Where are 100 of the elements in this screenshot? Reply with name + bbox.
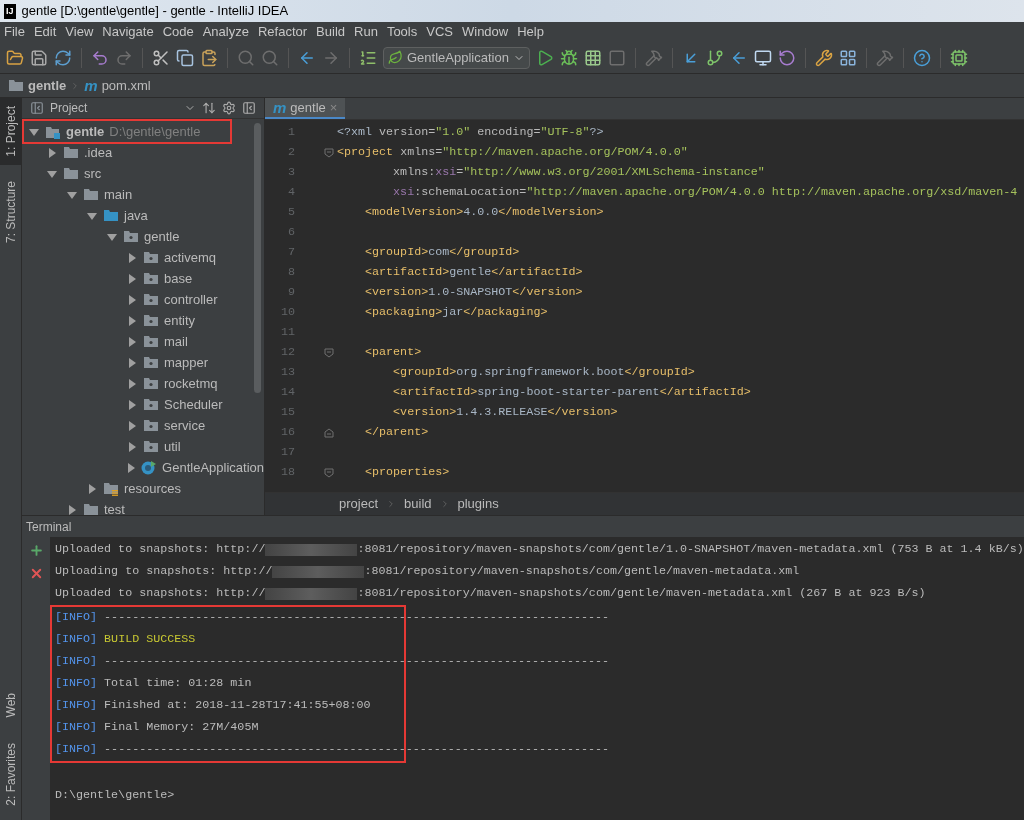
expanded-arrow-icon[interactable] xyxy=(66,189,78,200)
terminal-text: [INFO] xyxy=(55,741,98,759)
tool-window-tab[interactable]: 7: Structure xyxy=(0,172,21,251)
expanded-arrow-icon[interactable] xyxy=(28,126,40,137)
history-icon[interactable] xyxy=(753,48,772,67)
collapsed-arrow-icon[interactable] xyxy=(126,273,138,284)
tool-window-tab[interactable]: 1: Project xyxy=(0,98,21,165)
stop-icon[interactable] xyxy=(607,48,626,67)
fold-marker-icon[interactable] xyxy=(324,468,334,478)
debug-icon[interactable] xyxy=(559,48,578,67)
menu-item[interactable]: Run xyxy=(354,22,378,42)
save-icon[interactable] xyxy=(30,48,48,67)
fold-marker-icon[interactable] xyxy=(324,348,334,358)
menu-item[interactable]: View xyxy=(65,22,94,42)
open-folder-icon[interactable] xyxy=(6,48,24,67)
menu-item[interactable]: Refactor xyxy=(257,22,308,42)
tree-item-label[interactable]: gentle xyxy=(144,226,180,247)
tree-item-label[interactable]: Scheduler xyxy=(164,394,223,415)
collapsed-arrow-icon[interactable] xyxy=(126,336,138,347)
tree-item-label[interactable]: main xyxy=(104,184,133,205)
tree-item-label[interactable]: util xyxy=(164,436,181,457)
expanded-arrow-icon[interactable] xyxy=(86,210,98,221)
terminal-text: :8081/repository/maven-snapshots/com/gentle/1.0-SNAPSHOT/maven-metadata.xml (753 B at 1.4 kB/s) xyxy=(357,541,1024,559)
panel-title[interactable]: Project xyxy=(50,99,178,117)
redo-icon[interactable] xyxy=(115,48,133,67)
collapsed-arrow-icon[interactable] xyxy=(126,399,138,410)
tool-window-tab[interactable]: 2: Favorites xyxy=(0,735,21,814)
breadcrumb[interactable]: project xyxy=(339,494,379,514)
menu-item[interactable]: VCS xyxy=(426,22,453,42)
menu-item[interactable]: Tools xyxy=(386,22,418,42)
collapsed-arrow-icon[interactable] xyxy=(126,462,137,473)
replace-search-icon[interactable] xyxy=(261,48,279,67)
menu-item[interactable]: Edit xyxy=(33,22,57,42)
tree-item-label[interactable]: java xyxy=(124,205,148,226)
spring-class-icon xyxy=(141,459,158,476)
tree-item-label[interactable]: mail xyxy=(164,331,188,352)
structure-icon[interactable] xyxy=(838,48,857,67)
tree-item-label[interactable]: src xyxy=(84,163,102,184)
tree-item-label[interactable]: mapper xyxy=(164,352,209,373)
collapsed-arrow-icon[interactable] xyxy=(126,294,138,305)
collapsed-arrow-icon[interactable] xyxy=(126,441,138,452)
resources-folder-icon xyxy=(103,481,119,496)
tree-item-label[interactable]: rocketmq xyxy=(164,373,218,394)
menu-item[interactable]: Navigate xyxy=(102,22,154,42)
tree-item-label[interactable]: controller xyxy=(164,289,218,310)
collapsed-arrow-icon[interactable] xyxy=(66,504,78,515)
new-session-icon[interactable] xyxy=(28,543,44,558)
rollback-icon[interactable] xyxy=(777,48,796,67)
search-icon[interactable] xyxy=(237,48,255,67)
wrench-icon[interactable] xyxy=(814,48,833,67)
breadcrumb[interactable]: build xyxy=(404,494,432,514)
tree-item-label[interactable]: activemq xyxy=(164,247,217,268)
tree-item-label[interactable]: service xyxy=(164,415,206,436)
tree-item-label[interactable]: .idea xyxy=(84,142,113,163)
hammer-icon[interactable] xyxy=(644,48,663,67)
menu-item[interactable]: Help xyxy=(517,22,544,42)
window-title: gentle [D:\gentle\gentle] - gentle - IntelliJ IDEA xyxy=(21,2,289,21)
help-icon[interactable] xyxy=(912,48,931,67)
menu-item[interactable]: Build xyxy=(316,22,345,42)
source-folder-icon xyxy=(103,209,119,222)
paste-icon[interactable] xyxy=(200,48,218,67)
chip-icon[interactable] xyxy=(949,48,968,67)
coverage-icon[interactable] xyxy=(583,48,602,67)
nav-bar-item[interactable]: pom.xml xyxy=(101,75,151,96)
collapsed-arrow-icon[interactable] xyxy=(126,378,138,389)
collapsed-arrow-icon[interactable] xyxy=(126,420,138,431)
settings-icon[interactable] xyxy=(222,101,236,115)
copy-icon[interactable] xyxy=(176,48,194,67)
hide-panel-icon[interactable] xyxy=(242,101,256,115)
tool-window-tab[interactable]: Web xyxy=(0,684,21,726)
collapse-all-icon[interactable] xyxy=(202,101,216,115)
cut-icon[interactable] xyxy=(152,48,170,67)
expanded-arrow-icon[interactable] xyxy=(46,168,58,179)
menu-item[interactable]: Window xyxy=(461,22,509,42)
run-configuration-dropdown[interactable]: GentleApplication xyxy=(383,46,530,69)
expanded-arrow-icon[interactable] xyxy=(106,231,118,242)
sync-icon[interactable] xyxy=(54,48,72,67)
branch-icon[interactable] xyxy=(705,48,724,67)
breadcrumb[interactable]: plugins xyxy=(457,494,499,514)
menu-item[interactable]: File xyxy=(4,22,25,42)
collapsed-arrow-icon[interactable] xyxy=(86,483,98,494)
undo-icon[interactable] xyxy=(91,48,109,67)
tree-item-label[interactable]: GentleApplication xyxy=(162,457,264,478)
menu-item[interactable]: Analyze xyxy=(202,22,249,42)
tree-item-label[interactable]: gentle xyxy=(66,121,105,142)
editor-tab[interactable]: m gentle × xyxy=(265,98,346,119)
nav-bar-item[interactable]: gentle xyxy=(28,75,67,96)
file-type-label: m xyxy=(273,100,287,115)
line-number: 15 xyxy=(279,404,295,422)
fold-marker-icon[interactable] xyxy=(324,428,334,438)
collapsed-arrow-icon[interactable] xyxy=(126,357,138,368)
tree-item-label[interactable]: base xyxy=(164,268,193,289)
tree-item-label[interactable]: entity xyxy=(164,310,196,331)
tree-item-label[interactable]: test xyxy=(104,499,125,515)
tree-item-label[interactable]: resources xyxy=(124,478,182,499)
collapsed-arrow-icon[interactable] xyxy=(46,147,58,158)
collapsed-arrow-icon[interactable] xyxy=(126,315,138,326)
collapsed-arrow-icon[interactable] xyxy=(126,252,138,263)
fold-marker-icon[interactable] xyxy=(324,148,334,158)
menu-item[interactable]: Code xyxy=(162,22,194,42)
